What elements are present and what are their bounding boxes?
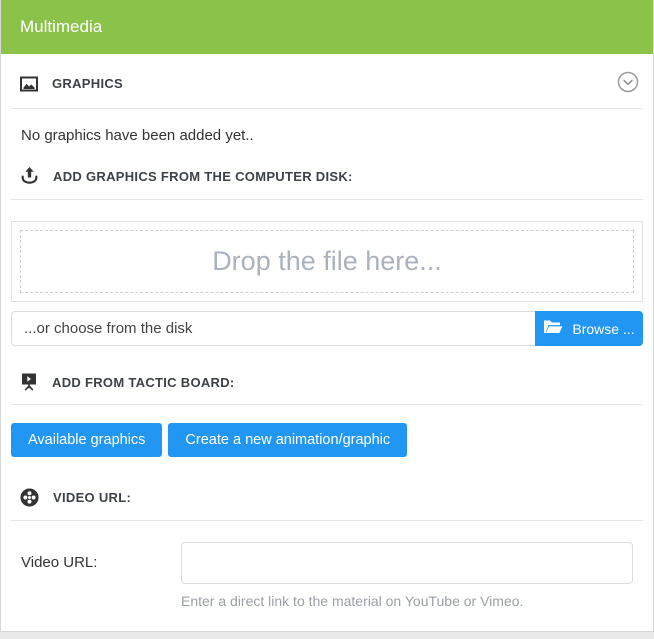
file-choose-row: Browse ... bbox=[11, 311, 643, 346]
image-icon bbox=[19, 75, 39, 93]
tactic-section-title: ADD FROM TACTIC BOARD: bbox=[52, 375, 235, 390]
open-folder-icon bbox=[543, 319, 563, 338]
panel-title: Multimedia bbox=[20, 17, 102, 37]
file-dropzone-inner: Drop the file here... bbox=[20, 230, 634, 293]
upload-section-title: ADD GRAPHICS FROM THE COMPUTER DISK: bbox=[53, 169, 353, 184]
available-graphics-button[interactable]: Available graphics bbox=[11, 423, 162, 457]
browse-button[interactable]: Browse ... bbox=[535, 311, 643, 346]
graphics-section-title: GRAPHICS bbox=[52, 76, 123, 91]
create-animation-button[interactable]: Create a new animation/graphic bbox=[168, 423, 407, 457]
chevron-down-circle-icon bbox=[617, 71, 639, 96]
graphics-section-header: GRAPHICS bbox=[11, 71, 643, 109]
collapse-graphics-button[interactable] bbox=[617, 71, 639, 96]
file-dropzone[interactable]: Drop the file here... bbox=[11, 221, 643, 302]
video-url-field: Enter a direct link to the material on Y… bbox=[181, 542, 643, 609]
video-url-helper-text: Enter a direct link to the material on Y… bbox=[181, 593, 633, 609]
video-url-input[interactable] bbox=[181, 542, 633, 584]
tactic-buttons-row: Available graphics Create a new animatio… bbox=[11, 423, 643, 457]
dropzone-text: Drop the file here... bbox=[212, 246, 442, 277]
tactic-section-header: ADD FROM TACTIC BOARD: bbox=[11, 372, 643, 405]
file-path-input[interactable] bbox=[11, 311, 535, 346]
browse-button-label: Browse ... bbox=[572, 321, 634, 337]
upload-icon bbox=[19, 166, 40, 187]
tactic-board-icon bbox=[19, 372, 39, 392]
video-section-title: VIDEO URL: bbox=[53, 490, 131, 505]
no-graphics-message: No graphics have been added yet.. bbox=[21, 127, 633, 144]
panel-header: Multimedia bbox=[0, 0, 654, 54]
multimedia-panel: Multimedia GRAPHICS No graphics have bee… bbox=[0, 0, 654, 632]
upload-section-header: ADD GRAPHICS FROM THE COMPUTER DISK: bbox=[11, 166, 643, 200]
video-section-header: VIDEO URL: bbox=[11, 487, 643, 521]
film-reel-icon bbox=[19, 487, 40, 508]
video-url-label: Video URL: bbox=[11, 542, 181, 571]
video-url-row: Video URL: Enter a direct link to the ma… bbox=[11, 542, 643, 609]
